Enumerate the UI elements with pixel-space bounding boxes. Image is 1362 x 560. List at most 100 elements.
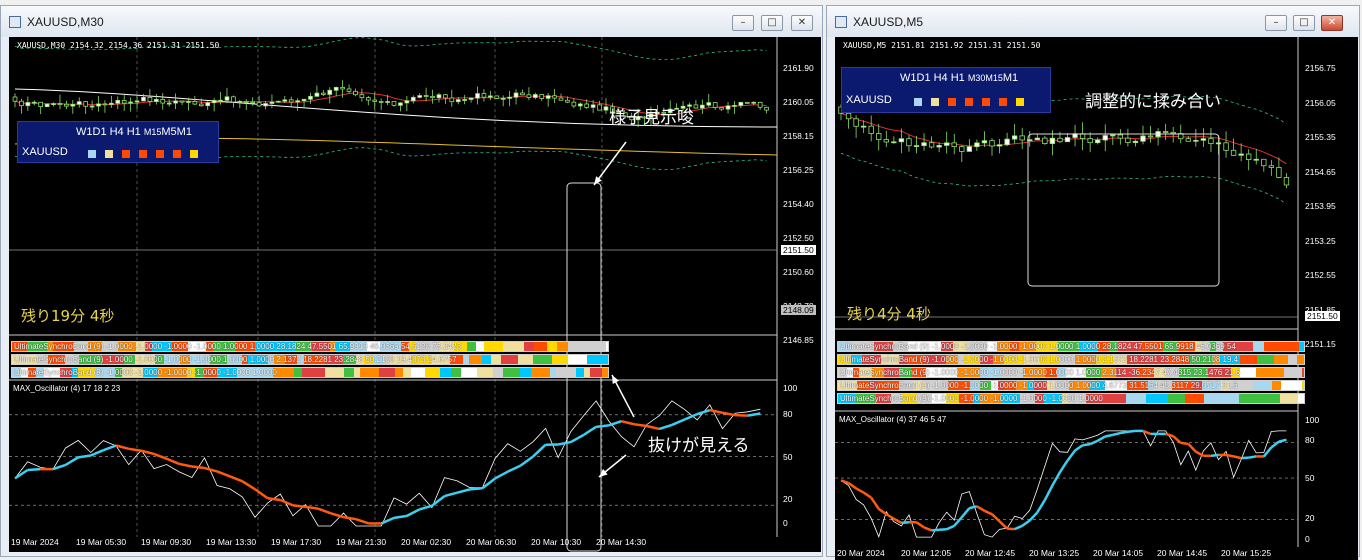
candle-body [706,102,712,106]
close-button[interactable]: ✕ [1321,15,1343,31]
candle-body [732,105,737,107]
band-cell [1204,394,1225,403]
oscillator-histogram-line [862,491,872,499]
chart-window-icon [9,16,21,28]
chart-window-m5[interactable]: XAUUSD,M5 – □ ✕ XAUUSD,M5 2151.81 2151.9… [826,5,1360,560]
timeframe-panel: W1D1 H4 H1 M30M15M1 XAUUSD [841,67,1051,113]
candle-body [31,101,37,104]
band-cell [534,342,547,351]
title-bar[interactable]: XAUUSD,M30 – □ ✕ [1,6,822,37]
candle-body [340,86,345,90]
synchro-band-label: UltimateSynchroBand (9) -1.0000 -1.0000 … [840,381,1238,390]
synchro-band-row: UltimateSynchroBand (9) -1.0000 -1.0000 … [837,393,1305,404]
candle-body [57,103,63,105]
price-axis-label: 2151.15 [1305,339,1336,349]
panel-timeframes-tail: M1 [1002,72,1019,84]
time-axis-label: 20 Mar 14:30 [596,537,647,547]
oscillator-histogram-line [14,468,29,480]
candle-body [552,95,557,99]
candle-body [974,142,980,148]
time-axis-label: 19 Mar 13:30 [206,537,257,547]
oscillator-histogram-line [915,521,925,529]
candle-body [166,102,172,105]
candle-body [1230,149,1237,156]
candle-body [751,101,757,104]
oscillator-histogram-line [923,526,933,532]
oscillator-histogram-line [747,412,761,417]
time-axis-label: 20 Mar 02:30 [401,537,452,547]
band-cell [440,368,451,377]
band-cell [1225,394,1239,403]
time-axis-label: 20 Mar 2024 [837,548,885,558]
annotation-top: 様子見示唆 [609,108,694,128]
band-cell [482,355,491,364]
oscillator-histogram-line [1089,439,1099,446]
oscillator-fast-line [14,400,761,527]
oscillator-histogram-line [532,443,547,458]
band-cell [1298,394,1304,403]
candle-body [1042,137,1048,144]
minimize-button[interactable]: – [1265,15,1287,31]
oscillator-histogram-line [991,513,1001,523]
candle-body [19,100,24,107]
main-chart-canvas[interactable]: XAUUSD,M5 2151.81 2151.92 2151.31 2151.5… [835,37,1358,560]
price-chart[interactable] [835,37,1358,560]
band-cell [395,368,403,377]
oscillator-histogram-line [840,479,849,485]
band-cell [602,368,608,377]
oscillator-histogram-line [1036,499,1046,514]
oscillator-histogram-line [1210,453,1219,458]
band-cell [1302,368,1304,377]
candle-body [1253,158,1259,161]
candle-body [301,98,307,102]
oscillator-axis-label: 50 [783,452,793,462]
price-axis-label: 2154.40 [783,199,814,209]
main-chart-canvas[interactable]: XAUUSD,M30 2154.32 2154.36 2151.31 2151.… [9,37,821,552]
oscillator-axis-label: 20 [783,494,793,504]
oscillator-histogram-line [254,488,269,500]
panel-timeframes-tail: M5M1 [161,126,192,138]
candle-body [179,100,185,103]
oscillator-histogram-line [885,513,895,520]
candle-body [38,101,44,108]
oscillator-histogram-line [570,433,585,444]
candle-body [1283,177,1290,186]
candle-body [308,95,313,100]
oscillator-histogram-line [1066,449,1077,462]
candle-body [314,92,320,97]
chart-window-m30[interactable]: XAUUSD,M30 – □ ✕ XAUUSD,M30 2154.32 2154… [0,5,823,557]
title-bar[interactable]: XAUUSD,M5 – □ ✕ [827,6,1359,37]
candle-body [1087,138,1093,144]
oscillator-histogram-line [696,408,711,416]
timeframe-status-square [190,150,198,158]
secondary-price-tag: 2148.09 [781,305,816,315]
band-cell [568,355,587,364]
price-chart[interactable] [9,37,821,552]
oscillator-histogram-line [1127,429,1136,433]
oscillator-histogram-line [1180,441,1189,446]
candle-body [539,94,545,99]
candle-body [404,100,410,104]
band-cell [1103,394,1126,403]
candle-body [1162,131,1169,133]
oscillator-histogram-line [1233,455,1242,460]
close-button[interactable]: ✕ [791,15,813,31]
candle-body [475,93,480,99]
band-cell [1237,342,1253,351]
candle-body [1057,137,1063,143]
maximize-button[interactable]: □ [1293,15,1315,31]
minimize-button[interactable]: – [732,15,754,31]
oscillator-histogram-line [960,507,971,519]
panel-timeframes: W1D1 H4 H1 [900,72,965,84]
candle-body [1268,165,1275,168]
candle-body [372,99,378,102]
candle-body [398,102,403,106]
candle-body [198,103,204,107]
remaining-time: 残り4分 4秒 [847,305,931,323]
band-cell [556,368,576,377]
candle-body [603,106,609,111]
maximize-button[interactable]: □ [761,15,783,31]
band-cell [520,368,531,377]
oscillator-axis-label: 20 [1305,513,1315,523]
candle-body [860,125,867,128]
